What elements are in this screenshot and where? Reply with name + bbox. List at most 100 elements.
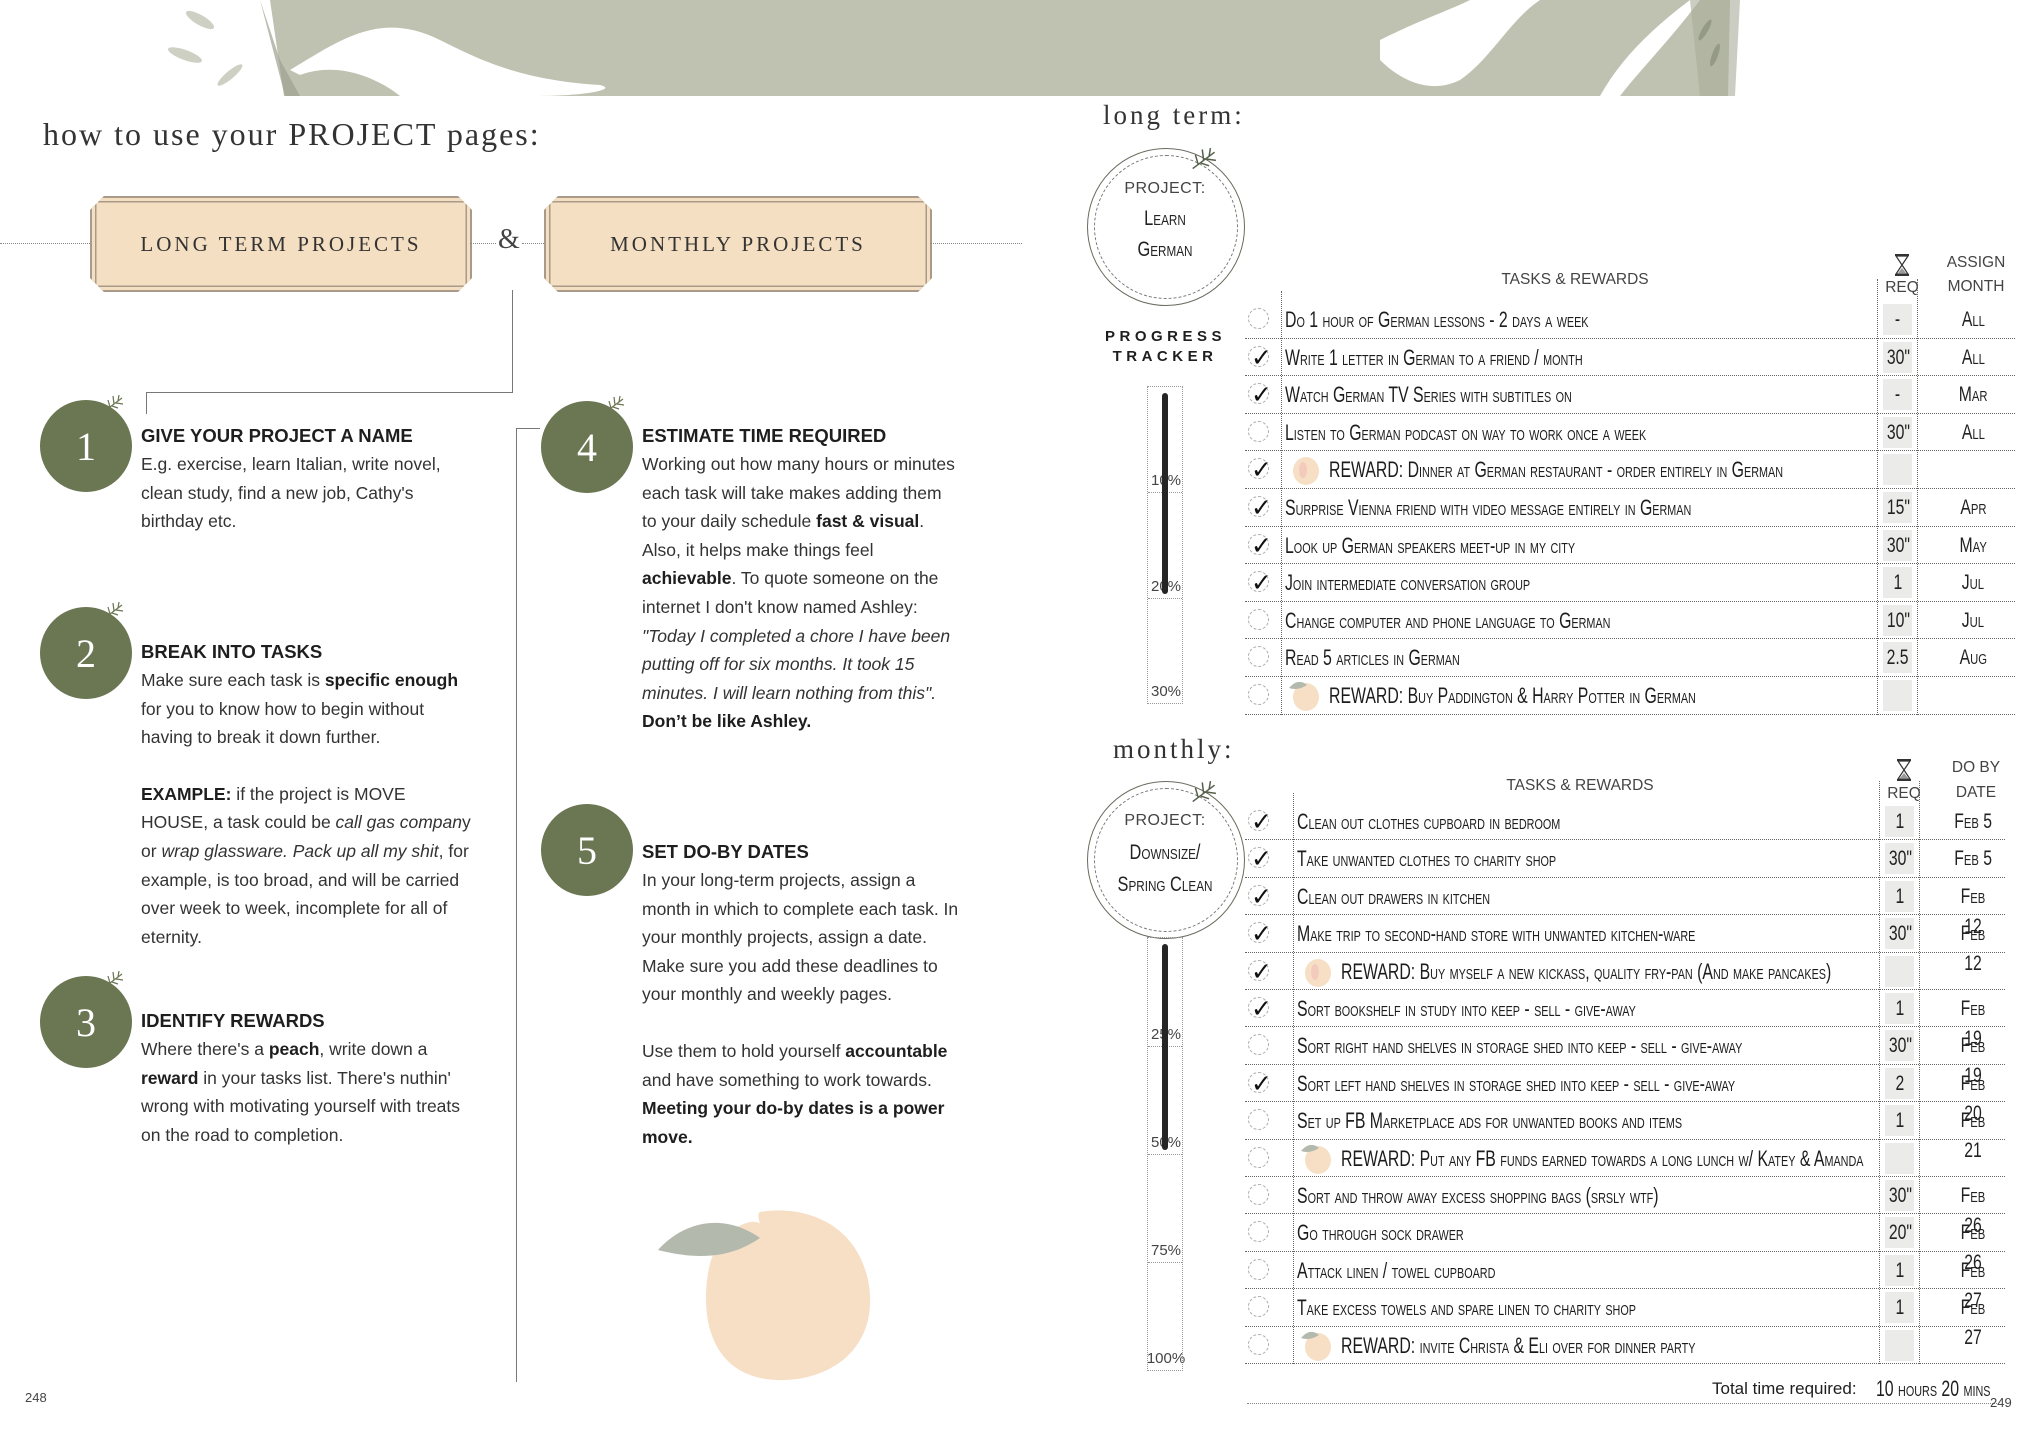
task-text[interactable]: Attack linen / towel cupboard (1297, 1258, 1495, 1284)
due-cell[interactable]: All (1943, 343, 2003, 373)
due-cell[interactable] (1943, 957, 2003, 987)
task-text[interactable]: Set up FB Marketplace ads for unwanted b… (1297, 1108, 1682, 1134)
due-cell[interactable] (1943, 681, 2003, 711)
tracker-tick-label: 30% (1150, 683, 1182, 700)
due-cell[interactable]: Jul (1943, 568, 2003, 598)
time-required-cell[interactable]: 30" (1885, 918, 1914, 950)
time-required-cell[interactable]: 1 (1885, 1254, 1914, 1286)
checkbox-unchecked[interactable] (1248, 420, 1269, 442)
due-cell[interactable]: Mar (1943, 380, 2003, 410)
checkbox-unchecked[interactable] (1248, 684, 1269, 705)
time-required-cell[interactable]: 30" (1885, 1030, 1914, 1062)
task-text[interactable]: Take unwanted clothes to charity shop (1297, 846, 1556, 872)
time-required-cell[interactable]: 10" (1883, 604, 1912, 636)
checkbox-checked[interactable]: ✓ (1248, 1069, 1272, 1098)
checkbox-unchecked[interactable] (1248, 1296, 1269, 1318)
time-required-cell[interactable]: 30" (1883, 341, 1912, 373)
task-text[interactable]: Join intermediate conversation group (1285, 570, 1530, 596)
due-cell[interactable]: Feb 5 (1943, 844, 2003, 874)
checkbox-checked[interactable]: ✓ (1248, 807, 1272, 836)
task-text[interactable]: REWARD: Dinner at German restaurant - or… (1329, 457, 1783, 483)
time-required-cell[interactable] (1885, 1329, 1914, 1361)
checkbox-unchecked[interactable] (1248, 1258, 1269, 1280)
task-text[interactable]: Listen to German podcast on way to work … (1285, 420, 1646, 446)
due-cell[interactable]: All (1943, 418, 2003, 448)
time-required-cell[interactable]: 30" (1885, 1180, 1914, 1211)
time-required-cell[interactable]: 30" (1883, 416, 1912, 448)
task-text[interactable]: Clean out clothes cupboard in bedroom (1297, 809, 1560, 835)
time-required-cell[interactable]: 1 (1885, 1292, 1914, 1324)
time-required-cell[interactable]: 2.5 (1883, 642, 1912, 674)
due-cell[interactable] (1943, 1331, 2003, 1361)
due-cell[interactable]: Feb 5 (1943, 807, 2003, 837)
task-text[interactable]: Sort right hand shelves in storage shed … (1297, 1033, 1742, 1059)
task-row: ✓ Join intermediate conversation group 1 Ju… (1245, 564, 2015, 602)
checkbox-checked[interactable]: ✓ (1248, 455, 1272, 484)
step-2-text: BREAK INTO TASKS Make sure each task is … (141, 638, 471, 951)
due-cell[interactable] (1943, 1144, 2003, 1174)
due-cell[interactable]: Aug (1943, 643, 2003, 673)
task-text[interactable]: Clean out drawers in kitchen (1297, 884, 1490, 910)
checkbox-unchecked[interactable] (1248, 1333, 1269, 1355)
checkbox-checked[interactable]: ✓ (1248, 994, 1272, 1023)
checkbox-checked[interactable]: ✓ (1248, 531, 1272, 560)
checkbox-checked[interactable]: ✓ (1248, 380, 1272, 409)
checkbox-unchecked[interactable] (1248, 646, 1269, 668)
checkbox-checked[interactable]: ✓ (1248, 957, 1272, 986)
time-required-cell[interactable]: 20" (1885, 1217, 1914, 1249)
due-cell[interactable] (1943, 455, 2003, 485)
time-required-cell[interactable]: - (1883, 379, 1912, 411)
task-text[interactable]: Take excess towels and spare linen to ch… (1297, 1295, 1636, 1321)
due-cell[interactable]: Jul (1943, 606, 2003, 636)
due-cell[interactable]: May (1943, 531, 2003, 561)
checkbox-checked[interactable]: ✓ (1248, 343, 1272, 372)
checkbox-unchecked[interactable] (1248, 608, 1269, 630)
task-text[interactable]: Surprise Vienna friend with video messag… (1285, 495, 1691, 521)
task-text[interactable]: Sort and throw away excess shopping bags… (1297, 1183, 1659, 1209)
task-text[interactable]: Do 1 hour of German lessons - 2 days a w… (1285, 307, 1589, 333)
task-text[interactable]: REWARD: Buy Paddington & Harry Potter in… (1329, 683, 1696, 709)
checkbox-unchecked[interactable] (1248, 1034, 1269, 1056)
checkbox-checked[interactable]: ✓ (1248, 844, 1272, 873)
due-cell[interactable]: All (1943, 305, 2003, 335)
task-text[interactable]: Change computer and phone language to Ge… (1285, 608, 1610, 634)
time-required-cell[interactable]: 1 (1885, 993, 1914, 1024)
task-text[interactable]: Watch German TV Series with subtitles on (1285, 382, 1572, 408)
task-row: Read 5 articles in German 2.5 Aug (1245, 639, 2015, 677)
checkbox-unchecked[interactable] (1248, 1109, 1269, 1131)
time-required-cell[interactable]: 30" (1883, 529, 1912, 561)
checkbox-unchecked[interactable] (1248, 1221, 1269, 1243)
task-text[interactable]: Read 5 articles in German (1285, 645, 1460, 671)
checkbox-unchecked[interactable] (1248, 1146, 1269, 1168)
checkmark-icon: ✓ (1251, 919, 1272, 949)
time-required-cell[interactable]: 30" (1885, 843, 1914, 875)
task-text[interactable]: Look up German speakers meet-up in my ci… (1285, 533, 1575, 559)
task-text[interactable]: Sort bookshelf in study into keep - sell… (1297, 996, 1636, 1022)
time-required-cell[interactable]: 15" (1883, 492, 1912, 523)
task-text[interactable]: Go through sock drawer (1297, 1220, 1464, 1246)
time-required-cell[interactable] (1885, 1142, 1914, 1174)
checkbox-checked[interactable]: ✓ (1248, 882, 1272, 911)
task-text[interactable]: REWARD: Buy myself a new kickass, qualit… (1341, 959, 1831, 985)
time-required-cell[interactable]: - (1883, 304, 1912, 335)
task-text[interactable]: Make trip to second-hand store with unwa… (1297, 921, 1695, 947)
task-text[interactable]: REWARD: Put any FB funds earned towards … (1341, 1146, 1863, 1172)
time-required-cell[interactable]: 1 (1885, 806, 1914, 837)
checkbox-unchecked[interactable] (1248, 1184, 1269, 1205)
task-text[interactable]: Write 1 letter in German to a friend / m… (1285, 345, 1583, 371)
task-text[interactable]: REWARD: invite Christa & Eli over for di… (1341, 1333, 1695, 1359)
time-required-cell[interactable]: 2 (1885, 1067, 1914, 1099)
checkbox-checked[interactable]: ✓ (1248, 568, 1272, 597)
checkbox-unchecked[interactable] (1248, 308, 1269, 329)
time-required-cell[interactable] (1885, 955, 1914, 987)
long-term-progress-tracker: 10%20%30% (1147, 386, 1183, 704)
checkbox-checked[interactable]: ✓ (1248, 493, 1272, 522)
task-text[interactable]: Sort left hand shelves in storage shed i… (1297, 1071, 1735, 1097)
checkbox-checked[interactable]: ✓ (1248, 919, 1272, 948)
time-required-cell[interactable]: 1 (1885, 880, 1914, 912)
time-required-cell[interactable] (1883, 454, 1912, 486)
due-cell[interactable]: Apr (1943, 493, 2003, 523)
time-required-cell[interactable] (1883, 680, 1912, 711)
time-required-cell[interactable]: 1 (1885, 1105, 1914, 1137)
time-required-cell[interactable]: 1 (1883, 567, 1912, 599)
